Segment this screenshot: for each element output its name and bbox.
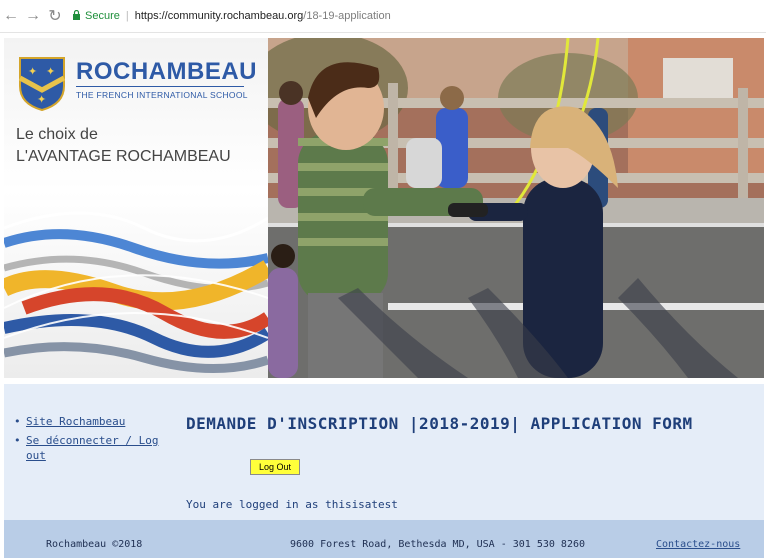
logout-link[interactable]: Se déconnecter / Log out xyxy=(26,434,158,462)
sidebar-item-site-rochambeau: Site Rochambeau xyxy=(14,414,164,429)
svg-text:✦: ✦ xyxy=(37,93,46,106)
sidebar-item-logout: Se déconnecter / Log out xyxy=(14,433,164,463)
url-path: /18-19-application xyxy=(303,10,391,22)
lock-icon xyxy=(72,9,81,23)
login-status-text: You are logged in as thisisatest xyxy=(186,498,398,511)
logout-button[interactable]: Log Out xyxy=(250,459,300,475)
page-title: DEMANDE D'INSCRIPTION |2018-2019| APPLIC… xyxy=(186,414,693,433)
reload-icon[interactable]: ↻ xyxy=(44,5,66,27)
brand-name: ROCHAMBEAU xyxy=(76,58,257,85)
svg-text:✦: ✦ xyxy=(46,65,55,78)
contact-link[interactable]: Contactez-nous xyxy=(656,539,740,550)
address-separator: | xyxy=(125,10,129,22)
footer-copyright: Rochambeau ©2018 xyxy=(46,539,143,550)
school-crest-icon: ✦ ✦ ✦ xyxy=(18,57,66,112)
students-photo xyxy=(268,38,764,378)
brand-panel: ✦ ✦ ✦ ROCHAMBEAU THE FRENCH INTERNATIONA… xyxy=(4,38,268,378)
footer-address: 9600 Forest Road, Bethesda MD, USA - 301… xyxy=(290,539,586,550)
site-rochambeau-link[interactable]: Site Rochambeau xyxy=(26,415,125,428)
forward-icon[interactable]: → xyxy=(22,5,44,27)
url-host: https://community.rochambeau.org xyxy=(134,10,304,22)
tagline-line-1: Le choix de xyxy=(16,126,98,143)
brand-subtitle: THE FRENCH INTERNATIONAL SCHOOL xyxy=(76,90,248,100)
address-bar[interactable]: Secure | https://community.rochambeau.or… xyxy=(72,9,391,23)
header-banner: ✦ ✦ ✦ ROCHAMBEAU THE FRENCH INTERNATIONA… xyxy=(4,38,764,378)
brand-divider xyxy=(76,86,244,87)
back-icon[interactable]: ← xyxy=(0,5,22,27)
svg-text:✦: ✦ xyxy=(28,65,37,78)
browser-toolbar: ← → ↻ Secure | https://community.rochamb… xyxy=(0,0,766,33)
secure-label: Secure xyxy=(85,10,120,22)
tagline-line-2: L'AVANTAGE ROCHAMBEAU xyxy=(16,148,231,165)
decorative-swirls xyxy=(4,211,268,373)
main-content: Site Rochambeau Se déconnecter / Log out… xyxy=(4,384,764,520)
sidebar-nav: Site Rochambeau Se déconnecter / Log out xyxy=(14,414,164,467)
page-footer: Rochambeau ©2018 9600 Forest Road, Bethe… xyxy=(4,520,764,558)
